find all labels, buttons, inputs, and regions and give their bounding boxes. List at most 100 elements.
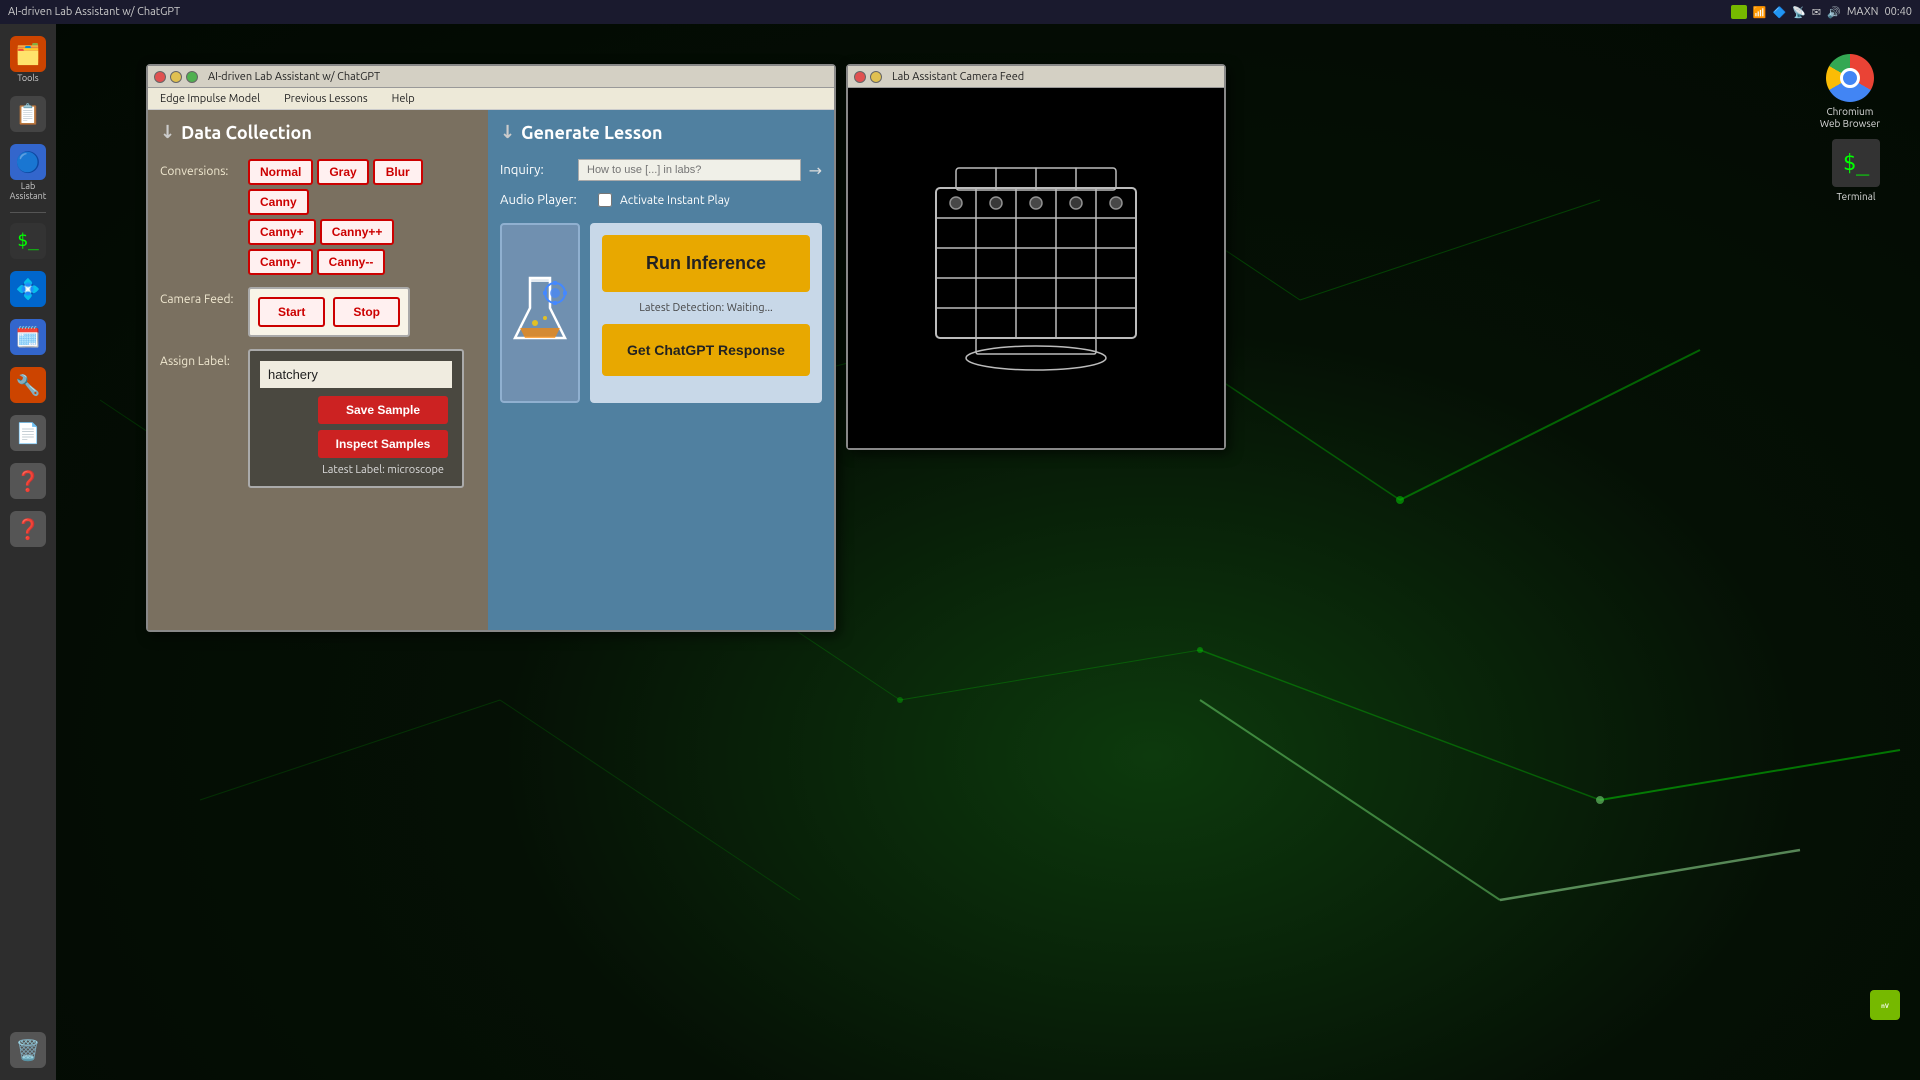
right-panel: ↓ Generate Lesson Inquiry: → Audio Playe… [488, 110, 834, 630]
inquiry-arrow-icon: → [809, 161, 822, 180]
get-chatgpt-button[interactable]: Get ChatGPT Response [602, 324, 810, 376]
activate-instant-play-checkbox[interactable] [598, 193, 612, 207]
camera-min-button[interactable] [870, 71, 882, 83]
conv-row-1: Normal Gray Blur Canny [248, 159, 476, 215]
camera-sketch [848, 88, 1224, 448]
sidebar-item-terminal[interactable]: $_ [6, 219, 50, 263]
label-input[interactable] [260, 361, 452, 388]
lab-icon: 🔵 [10, 144, 46, 180]
sidebar-item-trash[interactable]: 🗑️ [6, 1028, 50, 1072]
sidebar-item-calendar[interactable]: 🗓️ [6, 315, 50, 359]
inference-area: Run Inference Latest Detection: Waiting.… [500, 223, 822, 403]
clock: 00:40 [1884, 6, 1912, 18]
assign-label-label: Assign Label: [160, 355, 240, 368]
inquiry-row: Inquiry: → [500, 159, 822, 181]
chromium-label: ChromiumWeb Browser [1820, 106, 1880, 130]
label-buttons: Save Sample Inspect Samples Latest Label… [260, 396, 452, 476]
camera-feed-area [848, 88, 1224, 448]
btn-canny-mm[interactable]: Canny-- [317, 249, 386, 275]
lab-label: LabAssistant [10, 182, 47, 202]
latest-label-status: Latest Label: microscope [322, 464, 448, 476]
app-window: AI-driven Lab Assistant w/ ChatGPT Edge … [146, 64, 836, 632]
menu-help[interactable]: Help [388, 91, 419, 107]
sidebar-item-files[interactable]: 📋 [6, 92, 50, 136]
inspect-samples-button[interactable]: Inspect Samples [318, 430, 448, 458]
sidebar-item-help2[interactable]: ❓ [6, 507, 50, 551]
btn-canny-minus[interactable]: Canny- [248, 249, 313, 275]
label-section: Save Sample Inspect Samples Latest Label… [248, 349, 464, 488]
maximize-button[interactable] [186, 71, 198, 83]
inquiry-label: Inquiry: [500, 163, 570, 177]
data-collection-title: ↓ Data Collection [160, 122, 476, 143]
btn-normal[interactable]: Normal [248, 159, 313, 185]
help1-icon: ❓ [10, 463, 46, 499]
calendar-icon: 🗓️ [10, 319, 46, 355]
audio-row: Audio Player: Activate Instant Play [500, 193, 822, 207]
inquiry-input[interactable] [578, 159, 801, 181]
main-content: AI-driven Lab Assistant w/ ChatGPT Edge … [56, 24, 1920, 1080]
btn-blur[interactable]: Blur [373, 159, 423, 185]
camera-titlebar: Lab Assistant Camera Feed [848, 66, 1224, 88]
sidebar-item-vscode[interactable]: 💠 [6, 267, 50, 311]
sidebar-divider-1 [10, 212, 46, 213]
close-button[interactable] [154, 71, 166, 83]
generate-lesson-title: ↓ Generate Lesson [500, 122, 822, 143]
sidebar-item-settings[interactable]: 🔧 [6, 363, 50, 407]
btn-canny[interactable]: Canny [248, 189, 309, 215]
sidebar-item-lab[interactable]: 🔵 LabAssistant [6, 140, 50, 206]
vscode-icon: 💠 [10, 271, 46, 307]
nvidia-desktop-icon[interactable]: nV [1870, 990, 1900, 1020]
conv-row-2: Canny+ Canny++ [248, 219, 476, 245]
camera-close-button[interactable] [854, 71, 866, 83]
camera-feed-label: Camera Feed: [160, 293, 240, 306]
lab-icon-box [500, 223, 580, 403]
dc-arrow: ↓ [160, 122, 175, 143]
conversions-buttons: Normal Gray Blur Canny Canny+ Canny++ Ca… [248, 159, 476, 275]
assign-label-row: Assign Label: Save Sample Inspect Sample… [160, 349, 476, 488]
settings-icon: 🔧 [10, 367, 46, 403]
app-menubar: Edge Impulse Model Previous Lessons Help [148, 88, 834, 110]
btn-canny-pp[interactable]: Canny++ [320, 219, 395, 245]
btn-gray[interactable]: Gray [317, 159, 368, 185]
chromium-desktop-icon[interactable]: ChromiumWeb Browser [1820, 54, 1880, 130]
nvidia-logo: nV [1870, 990, 1900, 1020]
menu-previous-lessons[interactable]: Previous Lessons [280, 91, 372, 107]
chromium-icon [1826, 54, 1874, 102]
terminal-icon: $_ [10, 223, 46, 259]
sidebar-item-doc[interactable]: 📄 [6, 411, 50, 455]
doc-icon: 📄 [10, 415, 46, 451]
camera-control-box: Start Stop [248, 287, 410, 337]
app-window-title: AI-driven Lab Assistant w/ ChatGPT [208, 71, 380, 83]
conversions-label: Conversions: [160, 165, 240, 178]
stop-button[interactable]: Stop [333, 297, 400, 327]
sidebar-item-tools[interactable]: 🗂️ Tools [6, 32, 50, 88]
sidebar-item-help1[interactable]: ❓ [6, 459, 50, 503]
left-panel: ↓ Data Collection Conversions: Normal Gr… [148, 110, 488, 630]
start-button[interactable]: Start [258, 297, 325, 327]
menu-edge-impulse[interactable]: Edge Impulse Model [156, 91, 264, 107]
files-icon: 📋 [10, 96, 46, 132]
activate-instant-play-label: Activate Instant Play [620, 194, 730, 207]
sidebar-bottom: 🗑️ [6, 1028, 50, 1080]
sidebar: 🗂️ Tools 📋 🔵 LabAssistant $_ 💠 🗓️ 🔧 📄 ❓ … [0, 24, 56, 1080]
taskbar: AI-driven Lab Assistant w/ ChatGPT 📶 🔷 📡… [0, 0, 1920, 24]
camera-feed-row: Camera Feed: Start Stop [160, 287, 476, 337]
taskbar-right: 📶 🔷 📡 ✉ 🔊 MAXN 00:40 [1731, 5, 1912, 19]
terminal-label: Terminal [1837, 191, 1876, 202]
save-sample-button[interactable]: Save Sample [318, 396, 448, 424]
minimize-button[interactable] [170, 71, 182, 83]
inference-buttons-box: Run Inference Latest Detection: Waiting.… [590, 223, 822, 403]
btn-canny-plus[interactable]: Canny+ [248, 219, 316, 245]
terminal-desktop-icon[interactable]: $_ Terminal [1832, 139, 1880, 202]
network-icon: 📡 [1792, 6, 1806, 19]
audio-label: Audio Player: [500, 193, 590, 207]
detection-status: Latest Detection: Waiting... [602, 302, 810, 314]
svg-text:nV: nV [1881, 1004, 1889, 1010]
nvidia-icon [1731, 5, 1747, 19]
camera-feed-window: Lab Assistant Camera Feed [846, 64, 1226, 450]
window-content: ↓ Data Collection Conversions: Normal Gr… [148, 110, 834, 630]
trash-icon: 🗑️ [10, 1032, 46, 1068]
conversions-row: Conversions: Normal Gray Blur Canny Cann… [160, 159, 476, 275]
run-inference-button[interactable]: Run Inference [602, 235, 810, 292]
help2-icon: ❓ [10, 511, 46, 547]
